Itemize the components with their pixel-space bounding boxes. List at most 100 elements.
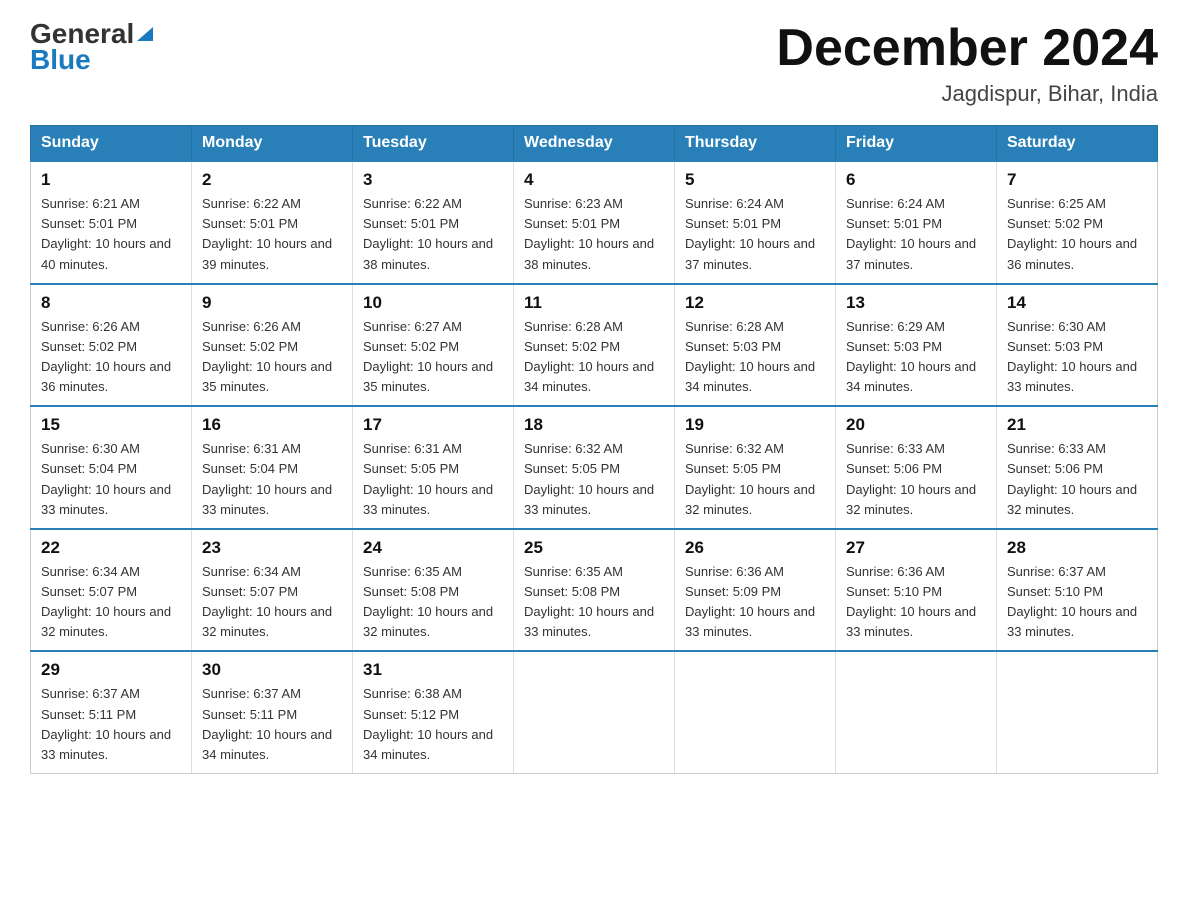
day-number: 3	[363, 170, 503, 190]
day-info: Sunrise: 6:25 AMSunset: 5:02 PMDaylight:…	[1007, 194, 1147, 275]
day-number: 1	[41, 170, 181, 190]
day-number: 24	[363, 538, 503, 558]
calendar-header: SundayMondayTuesdayWednesdayThursdayFrid…	[31, 126, 1158, 162]
logo-arrow-icon	[137, 23, 153, 45]
weekday-header-tuesday: Tuesday	[353, 126, 514, 162]
calendar-cell: 10Sunrise: 6:27 AMSunset: 5:02 PMDayligh…	[353, 284, 514, 407]
calendar-cell: 8Sunrise: 6:26 AMSunset: 5:02 PMDaylight…	[31, 284, 192, 407]
calendar-week-row: 29 Sunrise: 6:37 AMSunset: 5:11 PMDayligh…	[31, 651, 1158, 773]
calendar-cell: 16 Sunrise: 6:31 AMSunset: 5:04 PMDayligh…	[192, 406, 353, 529]
day-info: Sunrise: 6:34 AMSunset: 5:07 PMDaylight:…	[41, 562, 181, 643]
day-number: 18	[524, 415, 664, 435]
day-number: 4	[524, 170, 664, 190]
day-info: Sunrise: 6:37 AMSunset: 5:10 PMDaylight:…	[1007, 562, 1147, 643]
day-number: 29	[41, 660, 181, 680]
calendar-table: SundayMondayTuesdayWednesdayThursdayFrid…	[30, 125, 1158, 774]
calendar-cell: 29 Sunrise: 6:37 AMSunset: 5:11 PMDayligh…	[31, 651, 192, 773]
day-number: 30	[202, 660, 342, 680]
calendar-cell: 22 Sunrise: 6:34 AMSunset: 5:07 PMDayligh…	[31, 529, 192, 652]
day-number: 6	[846, 170, 986, 190]
weekday-header-saturday: Saturday	[997, 126, 1158, 162]
day-info: Sunrise: 6:30 AMSunset: 5:04 PMDaylight:…	[41, 439, 181, 520]
day-info: Sunrise: 6:33 AMSunset: 5:06 PMDaylight:…	[1007, 439, 1147, 520]
calendar-cell: 13 Sunrise: 6:29 AMSunset: 5:03 PMDayligh…	[836, 284, 997, 407]
title-area: December 2024 Jagdispur, Bihar, India	[776, 20, 1158, 107]
logo-area: General Blue	[30, 20, 153, 76]
calendar-cell: 25Sunrise: 6:35 AMSunset: 5:08 PMDayligh…	[514, 529, 675, 652]
day-number: 19	[685, 415, 825, 435]
day-number: 31	[363, 660, 503, 680]
location-subtitle: Jagdispur, Bihar, India	[776, 81, 1158, 107]
day-info: Sunrise: 6:28 AMSunset: 5:02 PMDaylight:…	[524, 317, 664, 398]
calendar-cell: 27 Sunrise: 6:36 AMSunset: 5:10 PMDayligh…	[836, 529, 997, 652]
calendar-week-row: 22 Sunrise: 6:34 AMSunset: 5:07 PMDayligh…	[31, 529, 1158, 652]
day-info: Sunrise: 6:37 AMSunset: 5:11 PMDaylight:…	[202, 684, 342, 765]
calendar-cell	[836, 651, 997, 773]
day-info: Sunrise: 6:22 AMSunset: 5:01 PMDaylight:…	[202, 194, 342, 275]
day-number: 15	[41, 415, 181, 435]
calendar-week-row: 8Sunrise: 6:26 AMSunset: 5:02 PMDaylight…	[31, 284, 1158, 407]
day-number: 11	[524, 293, 664, 313]
calendar-cell: 26Sunrise: 6:36 AMSunset: 5:09 PMDayligh…	[675, 529, 836, 652]
weekday-header-monday: Monday	[192, 126, 353, 162]
day-info: Sunrise: 6:35 AMSunset: 5:08 PMDaylight:…	[363, 562, 503, 643]
calendar-cell: 7 Sunrise: 6:25 AMSunset: 5:02 PMDaylight…	[997, 161, 1158, 284]
day-info: Sunrise: 6:26 AMSunset: 5:02 PMDaylight:…	[41, 317, 181, 398]
day-number: 10	[363, 293, 503, 313]
calendar-body: 1 Sunrise: 6:21 AMSunset: 5:01 PMDaylight…	[31, 161, 1158, 773]
day-number: 22	[41, 538, 181, 558]
calendar-cell: 14 Sunrise: 6:30 AMSunset: 5:03 PMDayligh…	[997, 284, 1158, 407]
calendar-week-row: 15 Sunrise: 6:30 AMSunset: 5:04 PMDayligh…	[31, 406, 1158, 529]
calendar-cell: 21 Sunrise: 6:33 AMSunset: 5:06 PMDayligh…	[997, 406, 1158, 529]
day-info: Sunrise: 6:36 AMSunset: 5:10 PMDaylight:…	[846, 562, 986, 643]
day-info: Sunrise: 6:32 AMSunset: 5:05 PMDaylight:…	[685, 439, 825, 520]
day-info: Sunrise: 6:21 AMSunset: 5:01 PMDaylight:…	[41, 194, 181, 275]
day-info: Sunrise: 6:29 AMSunset: 5:03 PMDaylight:…	[846, 317, 986, 398]
day-number: 7	[1007, 170, 1147, 190]
calendar-cell: 6 Sunrise: 6:24 AMSunset: 5:01 PMDaylight…	[836, 161, 997, 284]
day-number: 14	[1007, 293, 1147, 313]
day-number: 13	[846, 293, 986, 313]
day-number: 21	[1007, 415, 1147, 435]
day-number: 5	[685, 170, 825, 190]
calendar-cell: 15 Sunrise: 6:30 AMSunset: 5:04 PMDayligh…	[31, 406, 192, 529]
day-number: 16	[202, 415, 342, 435]
calendar-cell: 19 Sunrise: 6:32 AMSunset: 5:05 PMDayligh…	[675, 406, 836, 529]
calendar-cell: 1 Sunrise: 6:21 AMSunset: 5:01 PMDaylight…	[31, 161, 192, 284]
day-info: Sunrise: 6:24 AMSunset: 5:01 PMDaylight:…	[685, 194, 825, 275]
calendar-cell	[514, 651, 675, 773]
calendar-cell: 30 Sunrise: 6:37 AMSunset: 5:11 PMDayligh…	[192, 651, 353, 773]
calendar-cell: 9Sunrise: 6:26 AMSunset: 5:02 PMDaylight…	[192, 284, 353, 407]
day-info: Sunrise: 6:31 AMSunset: 5:05 PMDaylight:…	[363, 439, 503, 520]
day-info: Sunrise: 6:32 AMSunset: 5:05 PMDaylight:…	[524, 439, 664, 520]
calendar-cell	[997, 651, 1158, 773]
calendar-cell: 12 Sunrise: 6:28 AMSunset: 5:03 PMDayligh…	[675, 284, 836, 407]
weekday-header-row: SundayMondayTuesdayWednesdayThursdayFrid…	[31, 126, 1158, 162]
weekday-header-wednesday: Wednesday	[514, 126, 675, 162]
calendar-cell: 3 Sunrise: 6:22 AMSunset: 5:01 PMDaylight…	[353, 161, 514, 284]
calendar-cell: 31 Sunrise: 6:38 AMSunset: 5:12 PMDayligh…	[353, 651, 514, 773]
day-info: Sunrise: 6:22 AMSunset: 5:01 PMDaylight:…	[363, 194, 503, 275]
day-info: Sunrise: 6:36 AMSunset: 5:09 PMDaylight:…	[685, 562, 825, 643]
day-number: 9	[202, 293, 342, 313]
day-info: Sunrise: 6:31 AMSunset: 5:04 PMDaylight:…	[202, 439, 342, 520]
calendar-cell: 4 Sunrise: 6:23 AMSunset: 5:01 PMDaylight…	[514, 161, 675, 284]
calendar-cell: 5 Sunrise: 6:24 AMSunset: 5:01 PMDaylight…	[675, 161, 836, 284]
day-number: 28	[1007, 538, 1147, 558]
page-header: General Blue December 2024 Jagdispur, Bi…	[30, 20, 1158, 107]
day-info: Sunrise: 6:28 AMSunset: 5:03 PMDaylight:…	[685, 317, 825, 398]
day-number: 12	[685, 293, 825, 313]
day-info: Sunrise: 6:37 AMSunset: 5:11 PMDaylight:…	[41, 684, 181, 765]
day-info: Sunrise: 6:38 AMSunset: 5:12 PMDaylight:…	[363, 684, 503, 765]
day-number: 2	[202, 170, 342, 190]
calendar-cell: 28 Sunrise: 6:37 AMSunset: 5:10 PMDayligh…	[997, 529, 1158, 652]
calendar-cell	[675, 651, 836, 773]
day-number: 23	[202, 538, 342, 558]
day-number: 17	[363, 415, 503, 435]
calendar-cell: 18 Sunrise: 6:32 AMSunset: 5:05 PMDayligh…	[514, 406, 675, 529]
day-info: Sunrise: 6:24 AMSunset: 5:01 PMDaylight:…	[846, 194, 986, 275]
day-info: Sunrise: 6:23 AMSunset: 5:01 PMDaylight:…	[524, 194, 664, 275]
day-info: Sunrise: 6:30 AMSunset: 5:03 PMDaylight:…	[1007, 317, 1147, 398]
day-info: Sunrise: 6:35 AMSunset: 5:08 PMDaylight:…	[524, 562, 664, 643]
day-number: 27	[846, 538, 986, 558]
